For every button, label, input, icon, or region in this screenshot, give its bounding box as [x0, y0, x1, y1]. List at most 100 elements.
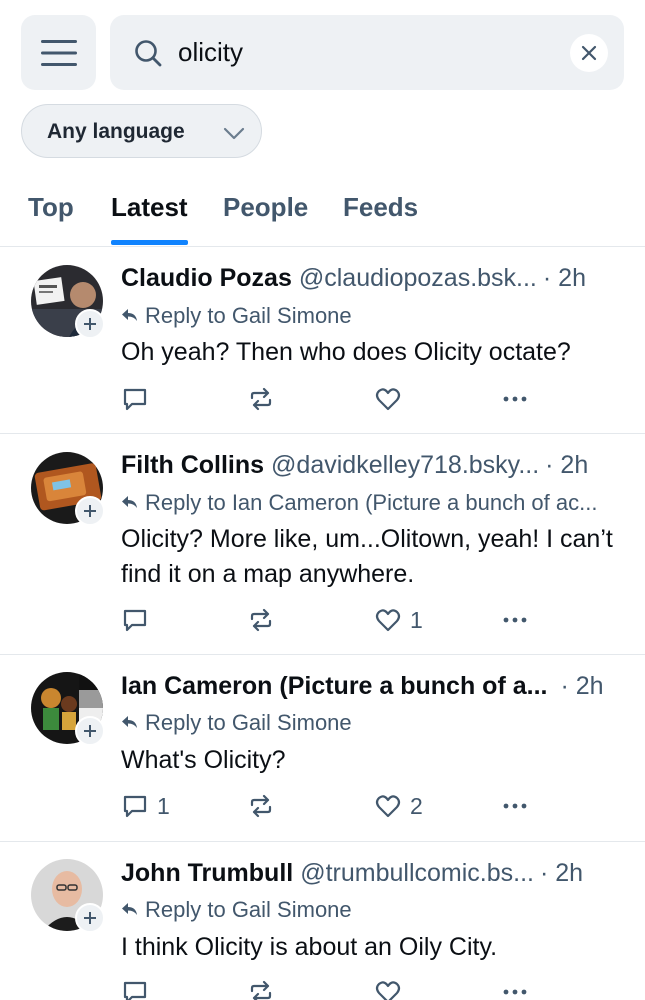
- author-name[interactable]: Filth Collins: [121, 451, 264, 485]
- author-name[interactable]: Ian Cameron (Picture a bunch of a...: [121, 672, 547, 706]
- post-item[interactable]: Filth Collins @davidkelley718.bsky... · …: [0, 434, 645, 655]
- post-actions: [121, 383, 541, 415]
- comment-icon: [123, 981, 147, 1000]
- follow-plus-button[interactable]: [75, 903, 105, 933]
- repost-icon: [250, 980, 272, 1000]
- follow-plus-button[interactable]: [75, 496, 105, 526]
- more-dots-icon: [503, 617, 527, 623]
- post-text: Oh yeah? Then who does Olicity octate?: [121, 338, 571, 366]
- post-text: What's Olicity?: [121, 746, 286, 774]
- more-options-button[interactable]: [501, 790, 529, 822]
- reply-to-line[interactable]: Reply to Gail Simone: [121, 303, 631, 333]
- more-dots-icon: [503, 803, 527, 809]
- author-name[interactable]: John Trumbull: [121, 859, 293, 893]
- search-tabs: Top Latest People Feeds: [0, 180, 645, 247]
- tab-top[interactable]: Top: [28, 192, 74, 223]
- post-item[interactable]: Ian Cameron (Picture a bunch of a... · 2…: [0, 655, 645, 842]
- heart-icon: [375, 609, 401, 632]
- post-timestamp[interactable]: · 2h: [543, 264, 586, 298]
- more-dots-icon: [503, 989, 527, 995]
- reply-to-line[interactable]: Reply to Gail Simone: [121, 897, 631, 927]
- active-tab-indicator: [111, 240, 188, 245]
- more-options-button[interactable]: [501, 383, 529, 415]
- plus-icon: [84, 318, 96, 330]
- avatar-container[interactable]: [31, 452, 105, 526]
- plus-icon: [84, 725, 96, 737]
- clear-search-button[interactable]: [570, 34, 608, 72]
- reply-to-text: Reply to Gail Simone: [145, 897, 352, 922]
- heart-icon: [375, 981, 401, 1000]
- follow-plus-button[interactable]: [75, 309, 105, 339]
- heart-icon: [375, 388, 401, 411]
- like-button[interactable]: 2: [374, 790, 423, 822]
- post-actions: 1: [121, 604, 541, 636]
- more-options-button[interactable]: [501, 604, 529, 636]
- repost-button[interactable]: [247, 383, 283, 415]
- more-dots-icon: [503, 396, 527, 402]
- author-handle[interactable]: @trumbullcomic.bs...: [300, 859, 534, 893]
- heart-icon: [375, 795, 401, 818]
- comment-icon: [123, 388, 147, 411]
- like-button[interactable]: [374, 383, 410, 415]
- tab-feeds[interactable]: Feeds: [343, 192, 418, 223]
- tab-latest[interactable]: Latest: [111, 192, 188, 223]
- search-header: [0, 0, 645, 100]
- comment-icon: [123, 609, 147, 632]
- post-actions: 1 2: [121, 790, 541, 822]
- post-timestamp[interactable]: · 2h: [545, 451, 588, 485]
- post-header: Filth Collins @davidkelley718.bsky... · …: [121, 451, 626, 485]
- tab-people[interactable]: People: [223, 192, 308, 223]
- reply-to-line[interactable]: Reply to Gail Simone: [121, 710, 631, 740]
- post-header: John Trumbull @trumbullcomic.bs... · 2h: [121, 859, 626, 893]
- like-button[interactable]: [374, 976, 410, 1000]
- post-timestamp[interactable]: · 2h: [540, 859, 583, 893]
- more-options-button[interactable]: [501, 976, 529, 1000]
- avatar-container[interactable]: [31, 672, 105, 746]
- repost-button[interactable]: [247, 790, 283, 822]
- repost-button[interactable]: [247, 976, 283, 1000]
- repost-button[interactable]: [247, 604, 283, 636]
- reply-button[interactable]: [121, 976, 157, 1000]
- post-actions: [121, 976, 541, 1000]
- language-filter-dropdown[interactable]: Any language: [21, 104, 262, 158]
- repost-icon: [250, 608, 272, 632]
- reply-count: 1: [157, 792, 170, 819]
- search-bar: [110, 15, 624, 90]
- reply-arrow-icon: [122, 496, 137, 508]
- post-item[interactable]: John Trumbull @trumbullcomic.bs... · 2h …: [0, 842, 645, 1000]
- reply-to-text: Reply to Ian Cameron (Picture a bunch of…: [145, 490, 598, 515]
- reply-button[interactable]: [121, 383, 157, 415]
- reply-button[interactable]: [121, 604, 157, 636]
- post-text: I think Olicity is about an Oily City.: [121, 933, 498, 961]
- search-icon: [135, 40, 162, 67]
- follow-plus-button[interactable]: [75, 716, 105, 746]
- avatar-container[interactable]: [31, 859, 105, 933]
- avatar-container[interactable]: [31, 265, 105, 339]
- hamburger-menu-icon: [40, 39, 77, 66]
- like-button[interactable]: 1: [374, 604, 423, 636]
- language-filter-label: Any language: [47, 120, 185, 143]
- post-timestamp[interactable]: · 2h: [560, 672, 603, 706]
- post-header: Ian Cameron (Picture a bunch of a... · 2…: [121, 672, 626, 706]
- plus-icon: [84, 505, 96, 517]
- menu-button[interactable]: [21, 15, 96, 90]
- reply-to-text: Reply to Gail Simone: [145, 710, 352, 735]
- like-count: 1: [410, 606, 423, 633]
- comment-icon: [123, 795, 147, 818]
- author-name[interactable]: Claudio Pozas: [121, 264, 292, 298]
- search-input[interactable]: [178, 31, 558, 73]
- plus-icon: [84, 912, 96, 924]
- post-header: Claudio Pozas @claudiopozas.bsk... · 2h: [121, 264, 626, 298]
- repost-icon: [250, 387, 272, 411]
- post-text: Olicity? More like, um...Olitown, yeah! …: [121, 525, 613, 588]
- reply-to-text: Reply to Gail Simone: [145, 303, 352, 328]
- chevron-down-icon: [223, 127, 245, 140]
- author-handle[interactable]: @claudiopozas.bsk...: [299, 264, 537, 298]
- author-handle[interactable]: @davidkelley718.bsky...: [271, 451, 539, 485]
- reply-button[interactable]: 1: [121, 790, 170, 822]
- post-item[interactable]: Claudio Pozas @claudiopozas.bsk... · 2h …: [0, 247, 645, 434]
- close-icon: [581, 45, 597, 61]
- reply-arrow-icon: [122, 309, 137, 321]
- repost-icon: [250, 794, 272, 818]
- reply-to-line[interactable]: Reply to Ian Cameron (Picture a bunch of…: [121, 490, 631, 520]
